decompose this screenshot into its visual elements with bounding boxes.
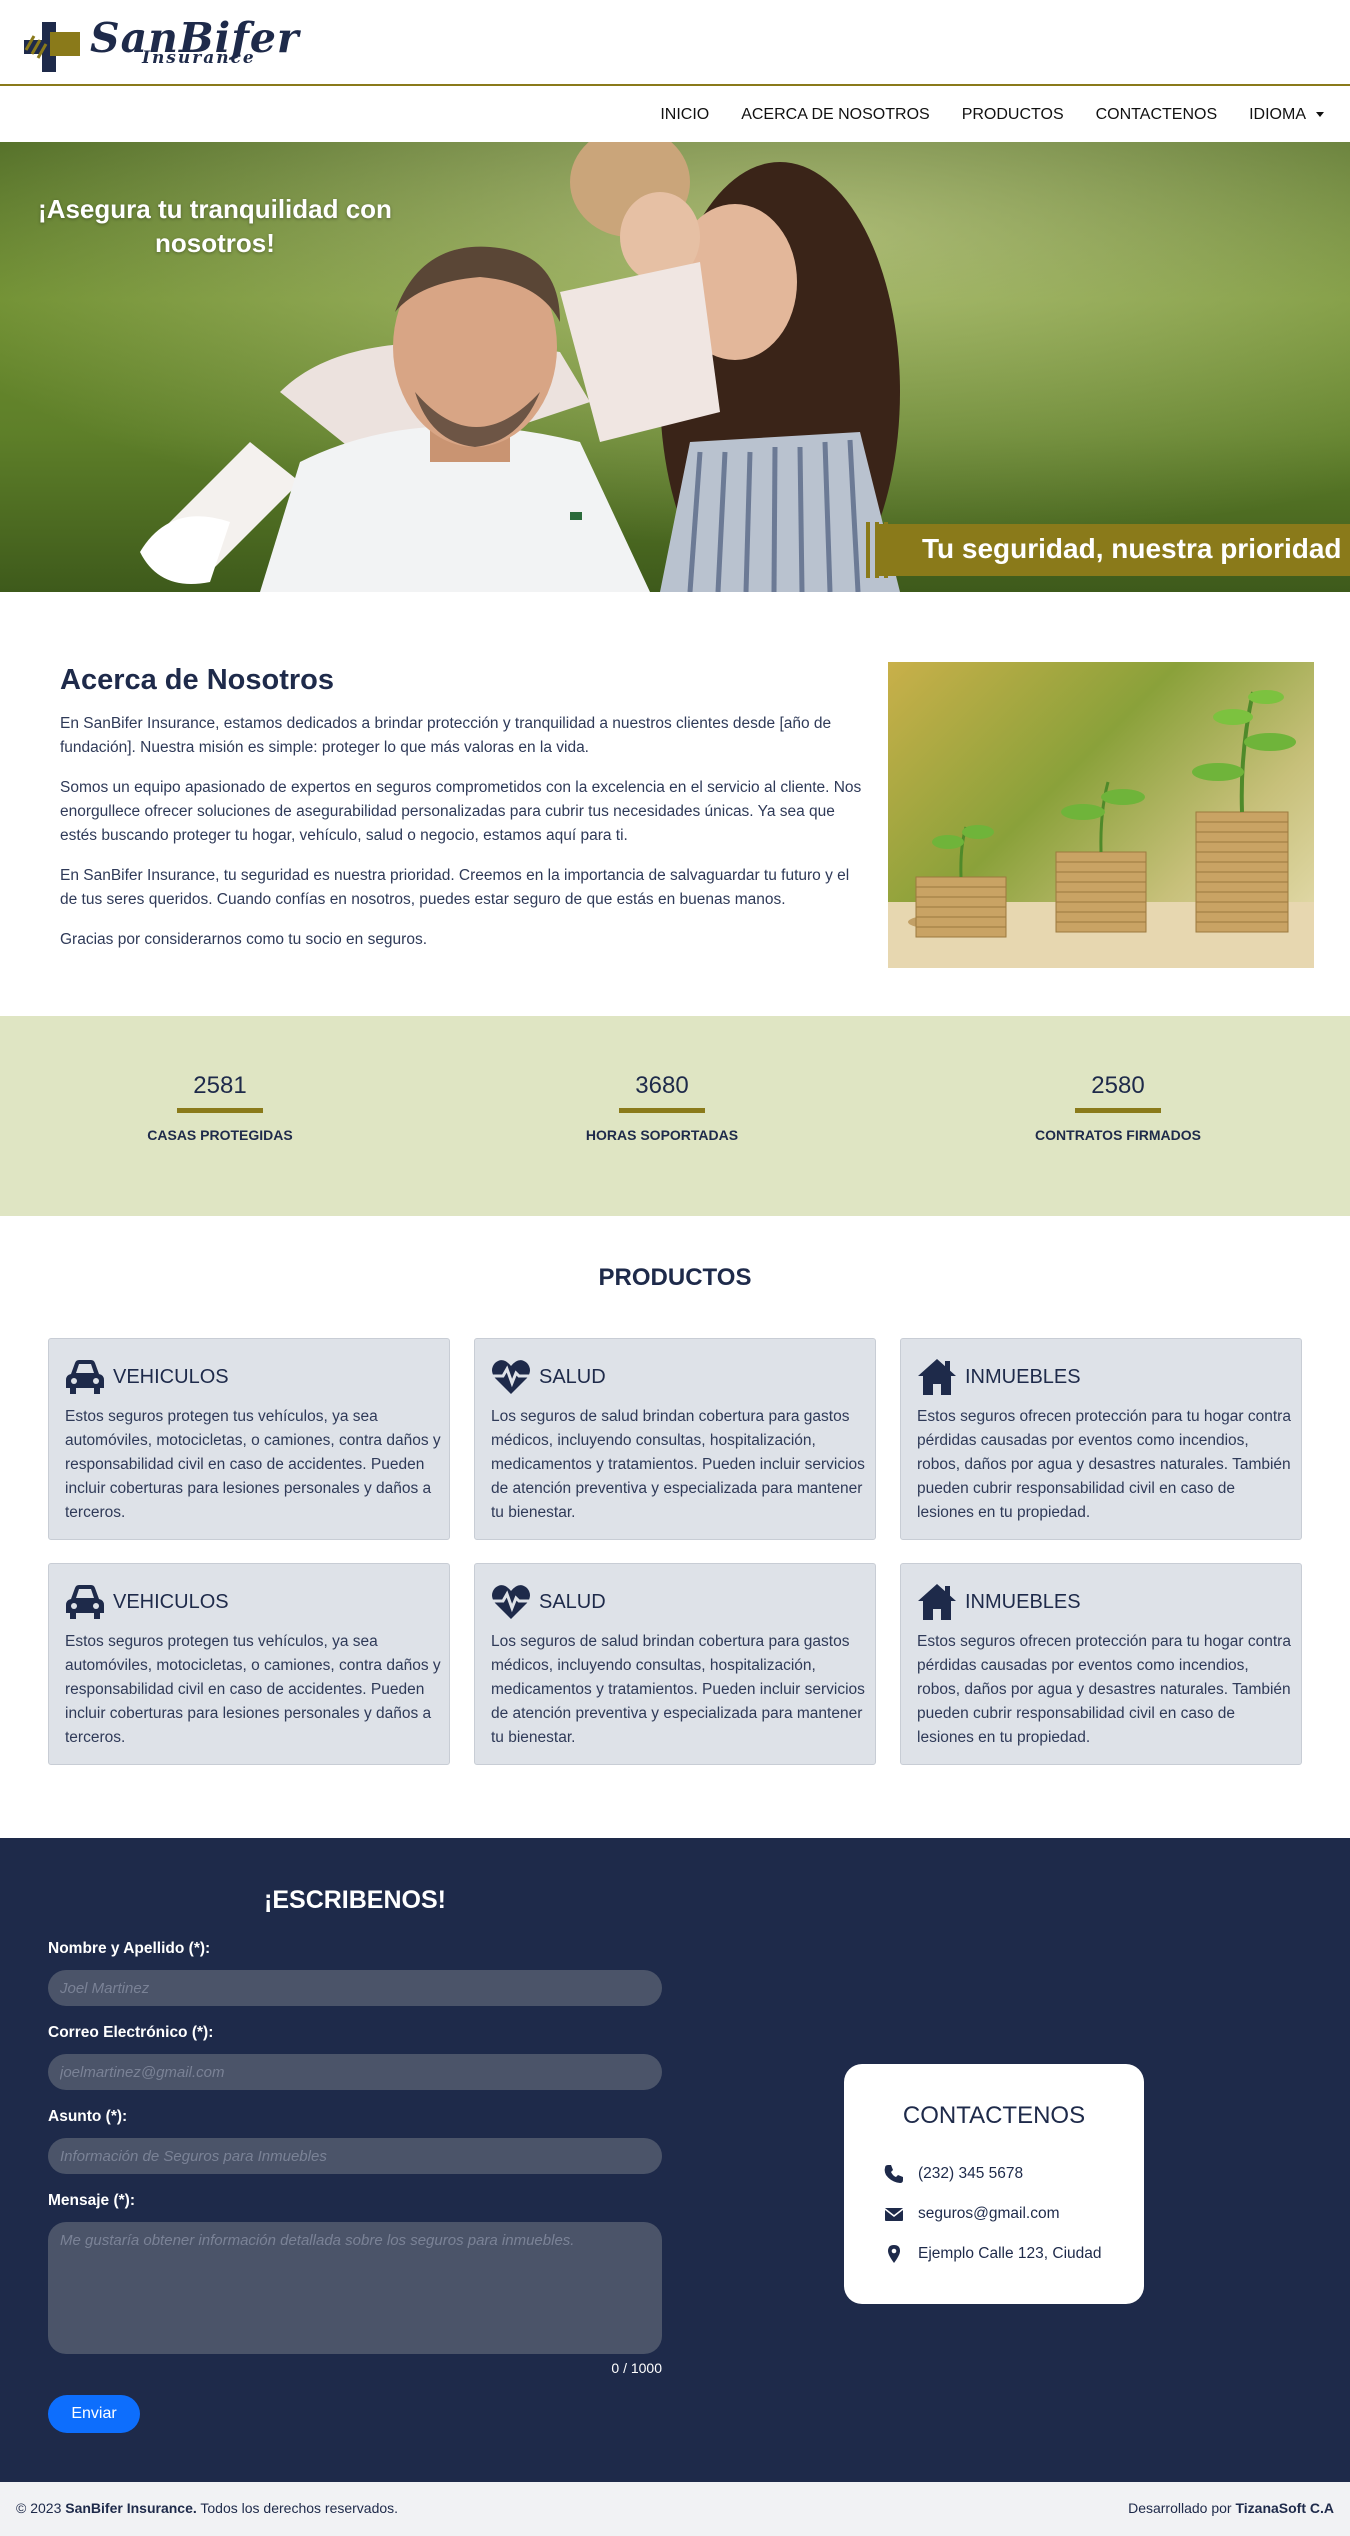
- product-card-salud[interactable]: SALUD Los seguros de salud brindan cober…: [474, 1338, 876, 1540]
- cross-logo-icon: [24, 22, 80, 72]
- stat-label: CONTRATOS FIRMADOS: [1035, 1127, 1201, 1143]
- stat-contratos: 2580 CONTRATOS FIRMADOS: [968, 1072, 1268, 1143]
- contact-phone-text: (232) 345 5678: [918, 2165, 1024, 2182]
- envelope-icon: [884, 2208, 904, 2221]
- product-card-text: Los seguros de salud brindan cobertura p…: [491, 1408, 865, 1521]
- stat-value: 3680: [635, 1072, 689, 1099]
- stat-horas: 3680 HORAS SOPORTADAS: [512, 1072, 812, 1143]
- contact-card-title: CONTACTENOS: [902, 2102, 1086, 2129]
- product-card-title: SALUD: [539, 1590, 606, 1613]
- hero-slogan-banner: Tu seguridad, nuestra prioridad: [878, 524, 1350, 576]
- developer-prefix: Desarrollado por: [1128, 2500, 1232, 2516]
- copyright-year: © 2023: [16, 2500, 62, 2516]
- contact-card: CONTACTENOS (232) 345 5678 seguros@gmail…: [844, 2064, 1144, 2304]
- message-textarea[interactable]: [48, 2222, 662, 2354]
- site-footer: © 2023 SanBifer Insurance. Todos los der…: [0, 2482, 1350, 2536]
- house-icon: [918, 1584, 956, 1620]
- nav-item-inicio[interactable]: INICIO: [660, 106, 709, 124]
- stat-underline: [177, 1108, 263, 1113]
- about-paragraph: En SanBifer Insurance, tu seguridad es n…: [60, 867, 850, 908]
- car-icon: [66, 1585, 104, 1619]
- site-header: SanBifer Insurance: [0, 0, 1350, 86]
- stat-underline: [1075, 1108, 1161, 1113]
- product-card-title: INMUEBLES: [965, 1590, 1081, 1613]
- copyright: © 2023 SanBifer Insurance. Todos los der…: [16, 2500, 398, 2516]
- email-label: Correo Electrónico (*):: [48, 2024, 214, 2041]
- coins-plants-image: [888, 662, 1314, 968]
- main-nav: INICIO ACERCA DE NOSOTROS PRODUCTOS CONT…: [0, 88, 1350, 142]
- heartbeat-icon: [492, 1585, 530, 1619]
- product-card-salud[interactable]: SALUD Los seguros de salud brindan cober…: [474, 1563, 876, 1765]
- name-label: Nombre y Apellido (*):: [48, 1940, 211, 1957]
- product-card-inmuebles[interactable]: INMUEBLES Estos seguros ofrecen protecci…: [900, 1338, 1302, 1540]
- stat-underline: [619, 1108, 705, 1113]
- stat-value: 2581: [193, 1072, 247, 1099]
- about-paragraph: Gracias por considerarnos como tu socio …: [60, 931, 428, 948]
- product-card-text: Estos seguros ofrecen protección para tu…: [917, 1408, 1291, 1521]
- products-title: PRODUCTOS: [598, 1264, 752, 1291]
- form-title: ¡ESCRIBENOS!: [264, 1886, 446, 1914]
- about-text: En SanBifer Insurance, estamos dedicados…: [60, 712, 868, 968]
- about-paragraph: Somos un equipo apasionado de expertos e…: [60, 779, 862, 844]
- product-card-vehiculos[interactable]: VEHICULOS Estos seguros protegen tus veh…: [48, 1563, 450, 1765]
- heartbeat-icon: [492, 1360, 530, 1394]
- contact-email-text: seguros@gmail.com: [918, 2205, 1060, 2222]
- stats-section: 2581 CASAS PROTEGIDAS 3680 HORAS SOPORTA…: [0, 1016, 1350, 1216]
- contact-phone[interactable]: (232) 345 5678: [884, 2164, 1023, 2184]
- nav-item-productos[interactable]: PRODUCTOS: [962, 106, 1064, 124]
- contact-address[interactable]: Ejemplo Calle 123, Ciudad: [884, 2244, 1102, 2264]
- house-icon: [918, 1359, 956, 1395]
- nav-item-idioma-dropdown[interactable]: IDIOMA: [1249, 106, 1324, 124]
- contact-email[interactable]: seguros@gmail.com: [884, 2204, 1060, 2224]
- subject-input[interactable]: [48, 2138, 662, 2174]
- copyright-company: SanBifer Insurance.: [65, 2500, 197, 2516]
- contact-address-text: Ejemplo Calle 123, Ciudad: [918, 2245, 1102, 2262]
- developer-name[interactable]: TizanaSoft C.A: [1235, 2500, 1334, 2516]
- about-paragraph: En SanBifer Insurance, estamos dedicados…: [60, 715, 832, 756]
- stat-label: HORAS SOPORTADAS: [585, 1127, 739, 1143]
- product-card-text: Los seguros de salud brindan cobertura p…: [491, 1633, 865, 1746]
- location-pin-icon: [888, 2245, 900, 2263]
- hero-banner: ¡Asegura tu tranquilidad con nosotros! T…: [0, 142, 1350, 592]
- product-card-text: Estos seguros protegen tus vehículos, ya…: [65, 1408, 441, 1521]
- brand-subtitle: Insurance: [142, 48, 256, 68]
- developer-credit: Desarrollado por TizanaSoft C.A: [1128, 2500, 1334, 2516]
- stat-value: 2580: [1091, 1072, 1145, 1099]
- product-card-text: Estos seguros ofrecen protección para tu…: [917, 1633, 1291, 1746]
- product-card-inmuebles[interactable]: INMUEBLES Estos seguros ofrecen protecci…: [900, 1563, 1302, 1765]
- nav-item-contactenos[interactable]: CONTACTENOS: [1096, 106, 1217, 124]
- product-card-title: VEHICULOS: [113, 1365, 229, 1388]
- hero-tagline: ¡Asegura tu tranquilidad con nosotros!: [38, 194, 392, 258]
- contact-section: ¡ESCRIBENOS! Nombre y Apellido (*): Corr…: [0, 1838, 1350, 2482]
- hero-slogan: Tu seguridad, nuestra prioridad: [922, 533, 1342, 564]
- about-title: Acerca de Nosotros: [60, 664, 334, 696]
- nav-item-acerca[interactable]: ACERCA DE NOSOTROS: [741, 106, 929, 124]
- send-button[interactable]: Enviar: [48, 2395, 140, 2433]
- car-icon: [66, 1360, 104, 1394]
- message-label: Mensaje (*):: [48, 2192, 135, 2209]
- product-card-text: Estos seguros protegen tus vehículos, ya…: [65, 1633, 441, 1746]
- brand-logo[interactable]: SanBifer Insurance: [24, 14, 324, 72]
- product-card-title: SALUD: [539, 1365, 606, 1388]
- idioma-label: IDIOMA: [1249, 106, 1306, 123]
- subject-label: Asunto (*):: [48, 2108, 128, 2125]
- product-card-title: INMUEBLES: [965, 1365, 1081, 1388]
- email-input[interactable]: [48, 2054, 662, 2090]
- phone-icon: [884, 2165, 903, 2183]
- copyright-rights: Todos los derechos reservados.: [200, 2500, 399, 2516]
- caret-down-icon: [1316, 112, 1324, 118]
- stat-label: CASAS PROTEGIDAS: [147, 1127, 293, 1143]
- stat-casas: 2581 CASAS PROTEGIDAS: [70, 1072, 370, 1143]
- product-card-vehiculos[interactable]: VEHICULOS Estos seguros protegen tus veh…: [48, 1338, 450, 1540]
- name-input[interactable]: [48, 1970, 662, 2006]
- product-card-title: VEHICULOS: [113, 1590, 229, 1613]
- message-char-counter: 0 / 1000: [611, 2360, 662, 2376]
